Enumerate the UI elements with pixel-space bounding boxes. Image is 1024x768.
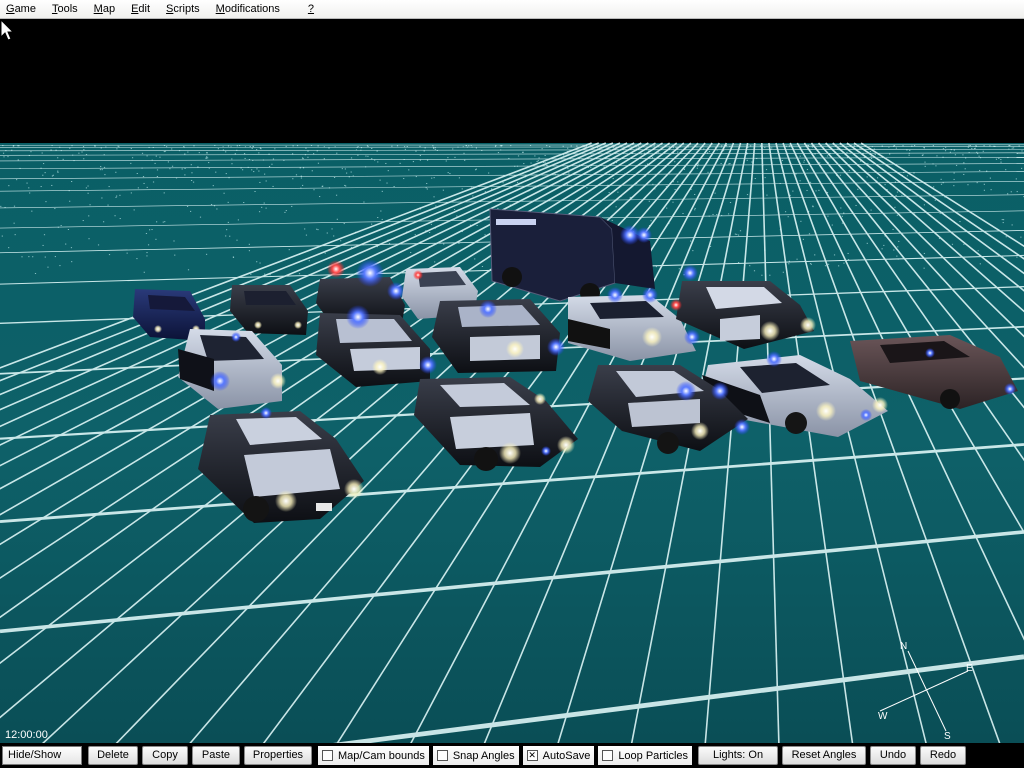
- menu-tools[interactable]: Tools: [44, 0, 86, 18]
- menu-edit[interactable]: Edit: [123, 0, 158, 18]
- mouse-cursor-icon: [0, 19, 16, 43]
- properties-button[interactable]: Properties: [244, 746, 312, 765]
- loop-particles-label: Loop Particles: [618, 750, 688, 762]
- snap-angles-box[interactable]: [437, 750, 448, 761]
- map-cam-bounds-checkbox[interactable]: Map/Cam bounds: [318, 746, 429, 765]
- menu-game[interactable]: Game: [0, 0, 44, 18]
- compass-w: W: [878, 711, 888, 722]
- map-cam-bounds-box[interactable]: [322, 750, 333, 761]
- map-cam-bounds-label: Map/Cam bounds: [338, 750, 425, 762]
- menu-map[interactable]: Map: [86, 0, 123, 18]
- loop-particles-checkbox[interactable]: Loop Particles: [598, 746, 692, 765]
- autosave-label: AutoSave: [543, 750, 591, 762]
- editor-viewport[interactable]: N E S W 12:00:00: [0, 19, 1024, 743]
- menu-help[interactable]: ?: [300, 0, 322, 18]
- autosave-box[interactable]: ✕: [527, 750, 538, 761]
- reset-angles-button[interactable]: Reset Angles: [782, 746, 866, 765]
- loop-particles-box[interactable]: [602, 750, 613, 761]
- delete-button[interactable]: Delete: [88, 746, 138, 765]
- menu-game-label: ame: [15, 3, 36, 15]
- copy-button[interactable]: Copy: [142, 746, 188, 765]
- hide-show-dropdown[interactable]: Hide/Show: [2, 746, 82, 765]
- autosave-checkbox[interactable]: ✕ AutoSave: [523, 746, 595, 765]
- menu-scripts[interactable]: Scripts: [158, 0, 208, 18]
- compass-s: S: [944, 731, 951, 742]
- time-readout: 12:00:00: [5, 729, 48, 741]
- undo-button[interactable]: Undo: [870, 746, 916, 765]
- compass-e: E: [966, 663, 973, 674]
- menu-modifications[interactable]: Modifications: [208, 0, 288, 18]
- redo-button[interactable]: Redo: [920, 746, 966, 765]
- menu-bar: Game Tools Map Edit Scripts Modification…: [0, 0, 1024, 19]
- compass-n: N: [900, 641, 907, 652]
- snap-angles-label: Snap Angles: [453, 750, 515, 762]
- paste-button[interactable]: Paste: [192, 746, 240, 765]
- snap-angles-checkbox[interactable]: Snap Angles: [433, 746, 519, 765]
- lights-toggle-button[interactable]: Lights: On: [698, 746, 778, 765]
- scene-render: N E S W: [0, 19, 1024, 743]
- bottom-toolbar: Hide/Show Delete Copy Paste Properties M…: [0, 743, 1024, 768]
